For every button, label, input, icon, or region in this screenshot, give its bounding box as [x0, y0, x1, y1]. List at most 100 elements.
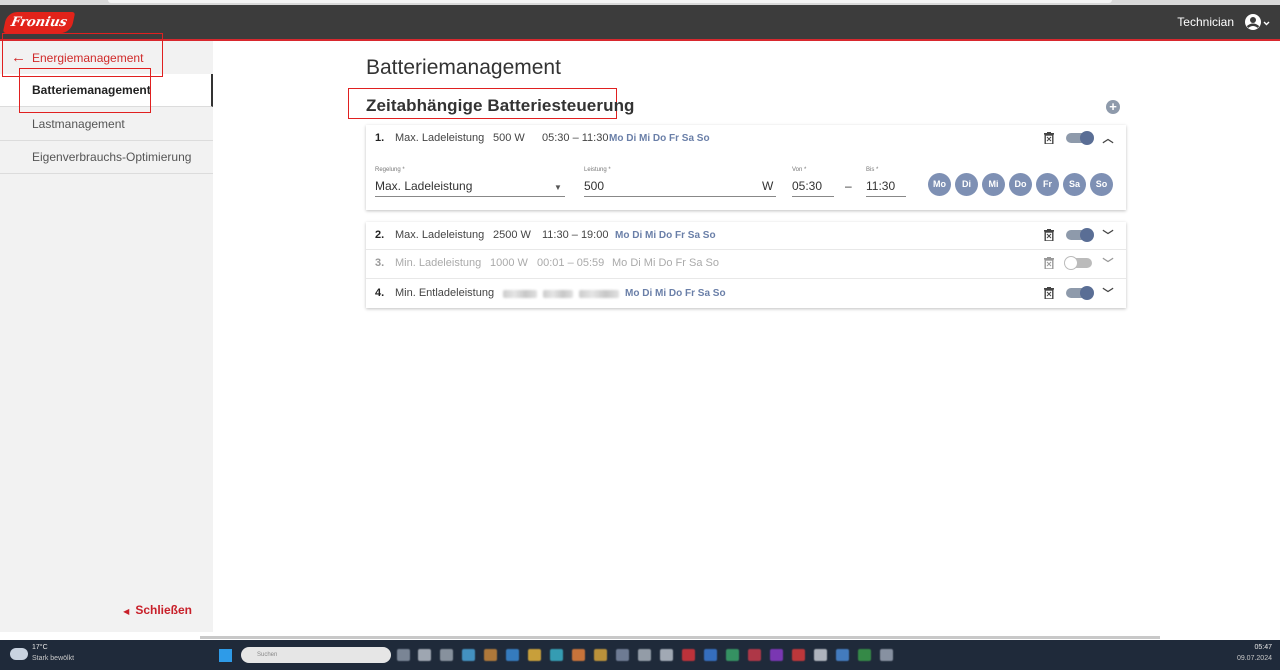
schedule-number: 3.: [375, 257, 385, 269]
fronius-logo[interactable]: Fronius: [2, 12, 76, 33]
schedule-enable-toggle[interactable]: [1066, 228, 1094, 242]
taskbar-app-icon[interactable]: [638, 649, 651, 661]
plus-icon: +: [1109, 99, 1117, 114]
regelung-underline: [375, 196, 565, 197]
user-account-icon[interactable]: [1244, 13, 1270, 33]
trash-icon[interactable]: [1044, 287, 1054, 300]
taskbar-app-icon[interactable]: [440, 649, 453, 661]
schedule-number: 1.: [375, 132, 385, 144]
chevron-down-icon[interactable]: ﹀: [1102, 285, 1114, 301]
sidebar-close-button[interactable]: ◀ Schließen: [123, 603, 192, 617]
taskbar-app-icon[interactable]: [550, 649, 563, 661]
schedule-days: Mo Di Mi Do Fr Sa So: [612, 257, 719, 269]
schedule-number: 4.: [375, 287, 385, 299]
add-schedule-button[interactable]: +: [1106, 100, 1120, 114]
day-button-sa[interactable]: Sa: [1063, 173, 1086, 196]
schedule-power: 1000 W: [490, 257, 528, 269]
taskbar-app-icon[interactable]: [748, 649, 761, 661]
taskbar-app-icon[interactable]: [660, 649, 673, 661]
day-button-do[interactable]: Do: [1009, 173, 1032, 196]
leistung-input[interactable]: 500: [584, 179, 604, 193]
taskbar-app-icon[interactable]: [594, 649, 607, 661]
schedule-time: 11:30 – 19:00: [542, 229, 609, 241]
windows-taskbar: 17°C Stark bewölkt Suchen 05:47 09.07.20…: [0, 640, 1280, 670]
triangle-left-icon: ◀: [123, 607, 130, 616]
regelung-label: Regelung *: [375, 167, 405, 173]
taskbar-app-icon[interactable]: [462, 649, 475, 661]
day-button-so[interactable]: So: [1090, 173, 1113, 196]
chevron-down-icon[interactable]: ﹀: [1102, 227, 1114, 243]
taskbar-app-icon[interactable]: [726, 649, 739, 661]
schedule-enable-toggle[interactable]: [1064, 256, 1092, 270]
taskbar-app-icon[interactable]: [770, 649, 783, 661]
windows-start-icon[interactable]: [219, 649, 232, 662]
sidebar-item-batteriemanagement[interactable]: Batteriemanagement: [0, 74, 213, 107]
horizontal-scrollbar[interactable]: [200, 636, 1160, 639]
sidebar-item-label: Eigenverbrauchs-Optimierung: [32, 150, 192, 164]
close-label: Schließen: [135, 603, 192, 617]
sidebar-item-label: Batteriemanagement: [32, 83, 151, 97]
schedule-type: Min. Ladeleistung: [395, 257, 482, 269]
bis-label: Bis *: [866, 167, 879, 173]
bis-input[interactable]: 11:30: [866, 179, 895, 193]
schedule-enable-toggle[interactable]: [1066, 131, 1094, 145]
taskbar-app-icon[interactable]: [397, 649, 410, 661]
bis-underline: [866, 196, 906, 197]
schedule-number: 2.: [375, 229, 385, 241]
schedule-row-1[interactable]: 1. Max. Ladeleistung 500 W 05:30 – 11:30…: [366, 125, 1126, 152]
trash-icon[interactable]: [1044, 229, 1054, 242]
schedule-enable-toggle[interactable]: [1066, 286, 1094, 300]
taskbar-app-icon[interactable]: [836, 649, 849, 661]
taskbar-app-icon[interactable]: [506, 649, 519, 661]
schedule-power: 500 W: [493, 132, 525, 144]
chevron-down-icon[interactable]: ﹀: [1102, 255, 1114, 271]
day-button-di[interactable]: Di: [955, 173, 978, 196]
trash-icon[interactable]: [1044, 257, 1054, 270]
sidebar: ← Energiemanagement Batteriemanagement L…: [0, 41, 213, 632]
taskbar-app-icon[interactable]: [528, 649, 541, 661]
schedule-row-4[interactable]: 4. Min. Entladeleistung Mo Di Mi Do Fr S…: [366, 280, 1126, 307]
day-button-fr[interactable]: Fr: [1036, 173, 1059, 196]
schedule-type: Max. Ladeleistung: [395, 229, 485, 241]
cloud-icon[interactable]: [10, 648, 28, 660]
dropdown-arrow-icon: ▼: [554, 183, 562, 192]
taskbar-app-icon[interactable]: [616, 649, 629, 661]
schedule-row-3[interactable]: 3. Min. Ladeleistung 1000 W 00:01 – 05:5…: [366, 250, 1126, 277]
taskbar-app-icon[interactable]: [792, 649, 805, 661]
top-bar: Fronius Technician: [0, 5, 1280, 40]
chevron-up-icon[interactable]: ︿: [1102, 130, 1114, 146]
schedule-card-expanded: 1. Max. Ladeleistung 500 W 05:30 – 11:30…: [366, 125, 1126, 210]
clock-date[interactable]: 09.07.2024: [1237, 655, 1272, 662]
schedule-days: Mo Di Mi Do Fr Sa So: [609, 133, 710, 144]
von-input[interactable]: 05:30: [792, 179, 822, 193]
taskbar-app-icon[interactable]: [572, 649, 585, 661]
schedule-list-card: 2. Max. Ladeleistung 2500 W 11:30 – 19:0…: [366, 222, 1126, 308]
taskbar-app-icon[interactable]: [418, 649, 431, 661]
taskbar-app-icon[interactable]: [814, 649, 827, 661]
address-bar[interactable]: [108, 0, 1112, 3]
taskbar-app-icon[interactable]: [858, 649, 871, 661]
sidebar-item-eigenverbrauchs-optimierung[interactable]: Eigenverbrauchs-Optimierung: [0, 141, 213, 174]
taskbar-app-icon[interactable]: [880, 649, 893, 661]
regelung-select[interactable]: Max. Ladeleistung: [375, 179, 472, 193]
taskbar-app-icon[interactable]: [682, 649, 695, 661]
sidebar-item-lastmanagement[interactable]: Lastmanagement: [0, 108, 213, 141]
taskbar-app-icon[interactable]: [484, 649, 497, 661]
time-range-dash: –: [845, 179, 852, 193]
day-button-mo[interactable]: Mo: [928, 173, 951, 196]
taskbar-search-input[interactable]: Suchen: [241, 647, 391, 663]
leistung-label: Leistung *: [584, 167, 611, 173]
weather-description: Stark bewölkt: [32, 655, 75, 662]
schedule-type: Max. Ladeleistung: [395, 132, 485, 144]
weather-temperature: 17°C: [32, 644, 48, 651]
von-label: Von *: [792, 167, 807, 173]
trash-icon[interactable]: [1044, 132, 1054, 145]
sidebar-back-link[interactable]: ← Energiemanagement: [0, 41, 213, 74]
schedule-days: Mo Di Mi Do Fr Sa So: [615, 230, 716, 241]
taskbar-app-icon[interactable]: [704, 649, 717, 661]
schedule-row-2[interactable]: 2. Max. Ladeleistung 2500 W 11:30 – 19:0…: [366, 222, 1126, 249]
day-button-mi[interactable]: Mi: [982, 173, 1005, 196]
clock-time[interactable]: 05:47: [1254, 644, 1272, 651]
leistung-underline: [584, 196, 776, 197]
leistung-unit: W: [762, 179, 774, 193]
